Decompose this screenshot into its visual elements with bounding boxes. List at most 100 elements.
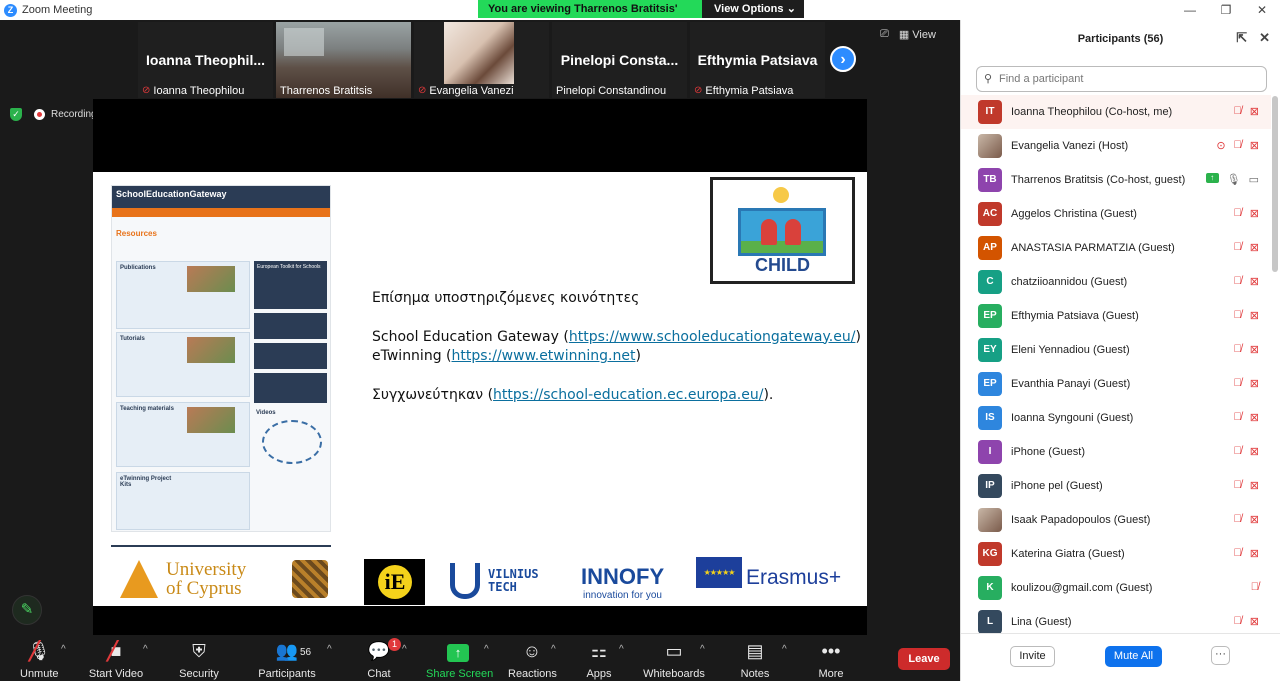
participant-row[interactable]: Evangelia Vanezi (Host) ⊙ 🎙̸ ⊠ <box>961 129 1271 163</box>
recording-label: Recording <box>51 109 97 120</box>
shared-screen[interactable]: SchoolEducationGateway Resources Publica… <box>93 99 867 635</box>
merged-line: Συγχωνεύτηκαν (https://school-education.… <box>372 386 861 406</box>
participant-row[interactable]: TB Tharrenos Bratitsis (Co-host, guest) ↑ 🎙… <box>961 163 1271 197</box>
maximize-button[interactable]: ❐ <box>1208 0 1244 20</box>
search-icon: ⚲ <box>984 73 993 85</box>
close-icon[interactable]: ✕ <box>1259 30 1270 46</box>
participants-panel: Participants (56) ⇱ ✕ ⚲ Find a participa… <box>960 20 1280 681</box>
video-tile[interactable]: ⊘ Evangelia Vanezi <box>414 22 549 98</box>
video-off-icon: ⊠ <box>1249 344 1259 356</box>
participant-name: Pinelopi Constandinou <box>556 84 667 97</box>
seg-link[interactable]: https://www.schooleducationgateway.eu/ <box>569 329 856 345</box>
video-tile[interactable]: Efthymia Patsiava ⊘ Efthymia Patsiava <box>690 22 825 98</box>
video-options-caret[interactable]: ^ <box>143 644 148 655</box>
invite-button[interactable]: Invite <box>1010 646 1055 667</box>
participant-row[interactable]: EP Evanthia Panayi (Guest) 🎙̸ ⊠ <box>961 367 1271 401</box>
security-button[interactable]: ⛨ Security <box>178 640 220 680</box>
participants-caret[interactable]: ^ <box>327 644 332 655</box>
participant-status-icons: 🎙̸ ⊠ <box>1234 479 1259 492</box>
mic-muted-icon: 🎙̸ <box>1250 581 1259 593</box>
participant-row[interactable]: AP ANASTASIA PARMATZIA (Guest) 🎙̸ ⊠ <box>961 231 1271 265</box>
start-video-button[interactable]: ■ ╱ Start Video <box>88 640 144 680</box>
recording-dot-icon <box>34 109 45 120</box>
share-screen-button[interactable]: ↑ Share Screen <box>426 640 493 680</box>
next-page-button[interactable]: › <box>830 46 856 72</box>
participants-panel-header: Participants (56) ⇱ ✕ <box>961 20 1280 58</box>
security-label: Security <box>179 668 219 680</box>
avatar: EP <box>978 372 1002 396</box>
seg-side-panel <box>254 313 327 339</box>
seg-nav-bar <box>112 208 330 217</box>
participant-row[interactable]: IP iPhone pel (Guest) 🎙̸ ⊠ <box>961 469 1271 503</box>
ucy-line1: University <box>166 559 247 580</box>
share-caret[interactable]: ^ <box>484 644 489 655</box>
etwinning-link[interactable]: https://www.etwinning.net <box>452 348 636 364</box>
participant-row[interactable]: EP Efthymia Patsiava (Guest) 🎙̸ ⊠ <box>961 299 1271 333</box>
video-tile[interactable]: Tharrenos Bratitsis <box>276 22 411 98</box>
notes-caret[interactable]: ^ <box>782 644 787 655</box>
leave-button[interactable]: Leave <box>898 648 950 670</box>
reactions-button[interactable]: ☺ Reactions <box>508 640 557 680</box>
grid-icon: ▦ <box>898 29 913 41</box>
reactions-caret[interactable]: ^ <box>551 644 556 655</box>
seg-card-heading: eTwinning Project Kits <box>120 476 172 488</box>
participant-status-icons: 🎙̸ ⊠ <box>1234 445 1259 458</box>
unmute-button[interactable]: 🎙 ╱ Unmute <box>20 640 59 680</box>
notes-button[interactable]: ▤ Notes <box>738 640 772 680</box>
participant-name: iPhone pel (Guest) <box>1011 480 1103 492</box>
chat-caret[interactable]: ^ <box>402 644 407 655</box>
participant-row[interactable]: AC Aggelos Christina (Guest) 🎙̸ ⊠ <box>961 197 1271 231</box>
minimize-button[interactable]: — <box>1172 0 1208 20</box>
reactions-icon: ☺ <box>522 641 542 661</box>
video-tile-label: ⊘ Ioanna Theophilou <box>138 83 244 98</box>
chat-label: Chat <box>367 668 391 680</box>
chat-button[interactable]: 💬 1 Chat <box>365 638 401 680</box>
participant-row[interactable]: Cchatziioannidou (Guest) 🎙̸ ⊠ <box>961 265 1271 299</box>
close-window-button[interactable]: ✕ <box>1244 0 1280 20</box>
participant-row[interactable]: IS Ioanna Syngouni (Guest) 🎙̸ ⊠ <box>961 401 1271 435</box>
more-options-button[interactable]: ··· <box>1211 646 1230 665</box>
panel-controls: ⇱ ✕ <box>1236 30 1270 46</box>
participant-row[interactable]: IT Ioanna Theophilou (Co-host, me) 🎙̸ ⊠ <box>961 95 1271 129</box>
participants-button[interactable]: 👥 56 Participants <box>258 640 316 680</box>
participant-search-input[interactable]: ⚲ Find a participant <box>976 66 1267 92</box>
slide-heading: Επίσημα υποστηριζόμενες κοινότητες <box>372 290 640 306</box>
participant-name: Evangelia Vanezi <box>429 84 514 97</box>
more-button[interactable]: ••• More <box>814 640 848 680</box>
apps-caret[interactable]: ^ <box>619 644 624 655</box>
participant-row[interactable]: Isaak Papadopoulos (Guest) 🎙̸ ⊠ <box>961 503 1271 537</box>
hide-self-view-icon[interactable]: ⎚ <box>880 28 889 41</box>
erasmus-plus-logo: ★★★★★ Erasmus+ <box>696 557 841 588</box>
mic-muted-icon: 🎙 ╱ <box>27 641 51 661</box>
whiteboards-button[interactable]: ▭ Whiteboards <box>642 640 706 680</box>
whiteboards-label: Whiteboards <box>643 668 705 680</box>
participants-icon: 👥 56 <box>258 640 316 662</box>
participant-status-icons: 🎙̸ ⊠ <box>1234 207 1259 220</box>
vilnius-tech-logo: VILNIUS TECH <box>450 563 539 599</box>
video-tile[interactable]: Pinelopi Consta... Pinelopi Constandinou <box>552 22 687 98</box>
avatar: K <box>978 576 1002 600</box>
view-button[interactable]: ▦ View <box>899 28 936 41</box>
school-education-link[interactable]: https://school-education.ec.europa.eu/ <box>493 387 763 403</box>
video-tile[interactable]: Ioanna Theophil... ⊘ Ioanna Theophilou <box>138 22 273 98</box>
view-options-button[interactable]: View Options ⌄ <box>702 0 804 18</box>
whiteboards-caret[interactable]: ^ <box>700 644 705 655</box>
participants-scrollbar[interactable] <box>1272 96 1278 272</box>
participant-row[interactable]: Kkoulizou@gmail.com (Guest) 🎙̸ <box>961 571 1271 605</box>
participant-row[interactable]: IiPhone (Guest) 🎙̸ ⊠ <box>961 435 1271 469</box>
avatar <box>978 134 1002 158</box>
mute-all-button[interactable]: Mute All <box>1105 646 1162 667</box>
avatar: EY <box>978 338 1002 362</box>
apps-button[interactable]: ⚏ Apps <box>585 640 613 680</box>
audio-options-caret[interactable]: ^ <box>61 644 66 655</box>
pop-out-icon[interactable]: ⇱ <box>1236 30 1247 46</box>
video-off-icon: ⊠ <box>1249 140 1259 152</box>
participant-row[interactable]: EY Eleni Yennadiou (Guest) 🎙̸ ⊠ <box>961 333 1271 367</box>
view-options-label: View Options <box>714 3 784 15</box>
annotate-pencil-icon[interactable]: ✎ <box>12 595 42 625</box>
encryption-shield-icon[interactable]: ✓ <box>10 108 22 121</box>
avatar: TB <box>978 168 1002 192</box>
participant-row[interactable]: KG Katerina Giatra (Guest) 🎙̸ ⊠ <box>961 537 1271 571</box>
mic-muted-icon: 🎙̸ <box>1233 547 1242 559</box>
